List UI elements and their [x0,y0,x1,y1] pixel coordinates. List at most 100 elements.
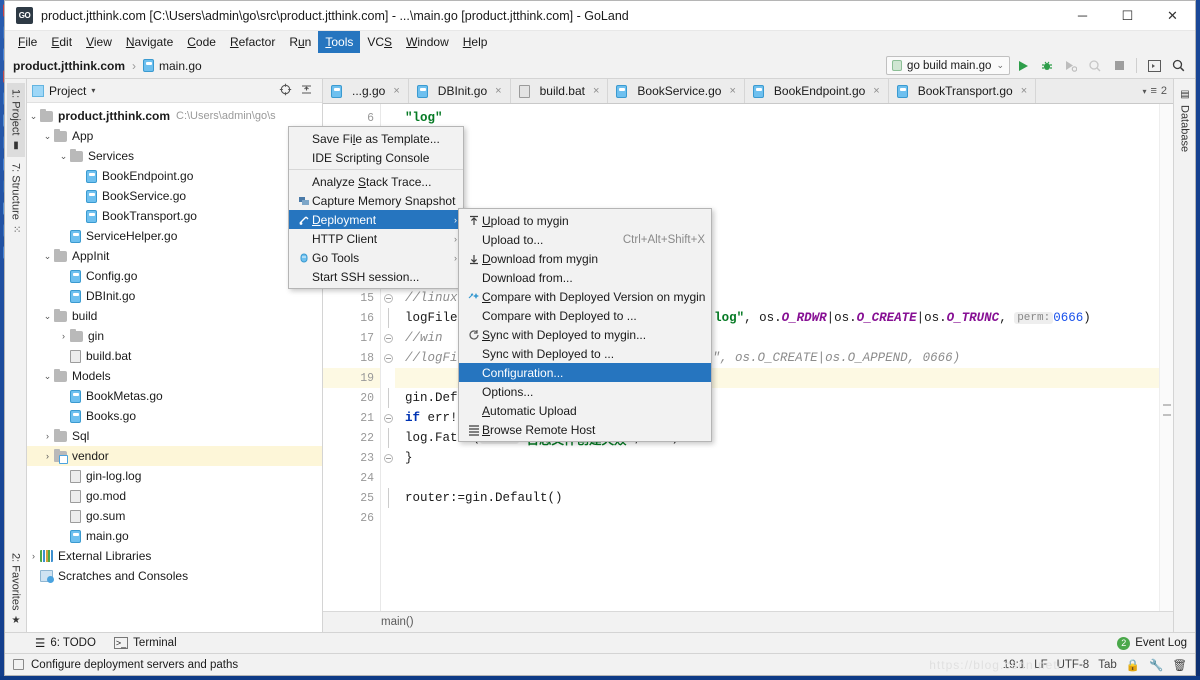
tree-node[interactable]: Scratches and Consoles [27,566,322,586]
chevron-down-icon[interactable]: ⌄ [27,111,40,122]
fold-marker[interactable] [381,448,395,468]
menu-item-download-from-mygin[interactable]: Download from mygin [459,249,711,268]
close-tab-icon[interactable]: × [495,85,501,97]
fold-toggle-icon[interactable] [383,293,393,303]
editor-tab[interactable]: BookService.go × [608,79,745,103]
editor-tab[interactable]: BookEndpoint.go × [744,79,889,103]
editor-tab[interactable]: BookTransport.go × [888,79,1037,103]
tree-node[interactable]: gin-log.log [27,466,322,486]
line-number[interactable]: 24 [323,468,380,488]
chevron-right-icon[interactable]: › [41,431,54,441]
line-number[interactable]: 20 [323,388,380,408]
fold-marker[interactable] [381,508,395,528]
stop-icon[interactable] [1108,56,1130,76]
terminal-icon[interactable] [1143,56,1165,76]
line-number[interactable]: 21 [323,408,380,428]
run-with-coverage-icon[interactable] [1060,56,1082,76]
editor-tab[interactable]: ...g.go × [323,79,409,103]
event-log-group[interactable]: 2 Event Log [1117,636,1195,650]
tree-node[interactable]: › vendor [27,446,322,466]
menu-item-go-tools[interactable]: Go Tools › [289,248,463,267]
maximize-icon[interactable]: ☐ [1105,1,1150,31]
tree-node[interactable]: DBInit.go [27,286,322,306]
menu-run[interactable]: Run [282,31,318,53]
run-icon[interactable] [1012,56,1034,76]
menu-item-sync-with-deployed-to[interactable]: Sync with Deployed to ... [459,344,711,363]
chevron-down-icon[interactable]: ⌄ [41,251,54,262]
fold-marker[interactable] [381,408,395,428]
menu-file[interactable]: File [11,31,44,53]
code-line[interactable]: } [395,448,1159,468]
menu-view[interactable]: View [79,31,119,53]
line-number[interactable]: 23 [323,448,380,468]
menu-item-compare-with-deployed-version-on-mygin[interactable]: Compare with Deployed Version on mygin [459,287,711,306]
line-number[interactable]: 22 [323,428,380,448]
fold-toggle-icon[interactable] [383,353,393,363]
fold-marker[interactable] [381,488,395,508]
tree-node[interactable]: ⌄ build [27,306,322,326]
line-number[interactable]: 18 [323,348,380,368]
fold-marker[interactable] [381,388,395,408]
menu-item-capture-memory-snapshot[interactable]: Capture Memory Snapshot [289,191,463,210]
chevron-right-icon[interactable]: › [27,551,40,561]
chevron-down-icon[interactable]: ▾ [1142,87,1146,96]
menu-item-download-from[interactable]: Download from... [459,268,711,287]
tree-node[interactable]: go.mod [27,486,322,506]
chevron-down-icon[interactable]: ▾ [91,86,95,95]
sidebar-item-favorites[interactable]: 2: Favorites ★ [7,547,25,632]
chevron-down-icon[interactable]: ⌄ [41,371,54,382]
minimize-icon[interactable]: ─ [1060,1,1105,31]
menu-item-options[interactable]: Options... [459,382,711,401]
line-number[interactable]: 26 [323,508,380,528]
menu-item-analyze-stack-trace[interactable]: Analyze Stack Trace... [289,172,463,191]
fold-toggle-icon[interactable] [383,453,393,463]
close-tab-icon[interactable]: × [393,85,399,97]
code-line[interactable] [395,468,1159,488]
tree-node[interactable]: build.bat [27,346,322,366]
menu-item-upload-to[interactable]: Upload to... Ctrl+Alt+Shift+X [459,230,711,249]
tool-window-todo[interactable]: ☰ 6: TODO [35,636,96,650]
tree-node[interactable]: › External Libraries [27,546,322,566]
line-number[interactable]: 6 [323,108,380,128]
sidebar-item-structure[interactable]: 7: Structure ⁙ [7,157,25,239]
inspection-icon[interactable]: 🔧 [1149,658,1163,672]
lock-icon[interactable]: 🔒 [1126,658,1140,672]
menu-edit[interactable]: Edit [44,31,79,53]
run-configuration-selector[interactable]: go build main.go ⌄ [886,56,1010,75]
fold-marker[interactable] [381,368,395,388]
deployment-submenu-popup[interactable]: Upload to mygin Upload to... Ctrl+Alt+Shif… [458,208,712,442]
line-number[interactable]: 16 [323,308,380,328]
menu-item-configuration[interactable]: Configuration... [459,363,711,382]
chevron-right-icon[interactable]: › [57,331,70,341]
tree-node[interactable]: BookService.go [27,186,322,206]
chevron-right-icon[interactable]: › [41,451,54,461]
editor-breadcrumb-main[interactable]: main() [381,616,414,628]
tree-node[interactable]: ⌄ Models [27,366,322,386]
tree-node[interactable]: › Sql [27,426,322,446]
fold-marker[interactable] [381,468,395,488]
menu-refactor[interactable]: Refactor [223,31,282,53]
menu-tools[interactable]: Tools [318,31,361,53]
tree-node[interactable]: ServiceHelper.go [27,226,322,246]
close-icon[interactable]: ✕ [1150,1,1195,31]
line-number[interactable]: 19 [323,368,380,388]
menu-code[interactable]: Code [180,31,223,53]
code-line[interactable]: router:=gin.Default() [395,488,1159,508]
tree-node[interactable]: main.go [27,526,322,546]
close-tab-icon[interactable]: × [1021,85,1027,97]
fold-toggle-icon[interactable] [383,413,393,423]
search-everywhere-icon[interactable] [1167,56,1189,76]
breadcrumb-file[interactable]: main.go [159,59,202,73]
line-number[interactable]: 25 [323,488,380,508]
editor-tab[interactable]: DBInit.go × [408,79,511,103]
menu-item-start-ssh-session[interactable]: Start SSH session... [289,267,463,286]
fold-toggle-icon[interactable] [383,333,393,343]
menu-window[interactable]: Window [399,31,456,53]
line-number[interactable]: 15 [323,288,380,308]
menu-item-sync-with-deployed-to-mygin[interactable]: Sync with Deployed to mygin... [459,325,711,344]
menu-item-automatic-upload[interactable]: Automatic Upload [459,401,711,420]
tree-node[interactable]: ⌄ App [27,126,322,146]
menu-navigate[interactable]: Navigate [119,31,180,53]
menu-item-deployment[interactable]: Deployment › [289,210,463,229]
scope-target-icon[interactable] [279,83,292,99]
